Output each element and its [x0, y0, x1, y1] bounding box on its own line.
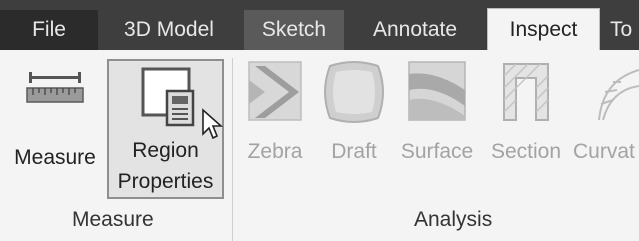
group-divider	[232, 58, 233, 241]
draft-icon	[324, 61, 384, 123]
measure-group-title: Measure	[72, 208, 154, 231]
curvature-icon	[598, 69, 639, 121]
tab-file[interactable]: File	[0, 10, 98, 50]
region-label-line2: Properties	[117, 170, 214, 193]
tab-tools-partial[interactable]: To	[602, 10, 639, 50]
zebra-icon	[248, 61, 302, 121]
draft-label: Draft	[331, 140, 377, 163]
measure-label: Measure	[14, 146, 96, 169]
measure-button[interactable]: Measure	[8, 68, 102, 180]
mouse-cursor-icon	[202, 108, 224, 140]
zebra-label: Zebra	[247, 140, 303, 163]
tab-sketch[interactable]: Sketch	[244, 10, 344, 50]
ribbon-tab-bar: File 3D Model Sketch Annotate Inspect To	[0, 0, 639, 51]
analysis-group-title: Analysis	[414, 208, 493, 231]
region-properties-icon	[141, 67, 194, 127]
ruler-icon	[26, 72, 84, 103]
tab-annotate[interactable]: Annotate	[354, 10, 476, 50]
draft-button[interactable]: Draft	[319, 60, 389, 172]
section-icon	[503, 63, 549, 121]
curvature-button[interactable]: Curvat	[573, 60, 639, 172]
surface-button[interactable]: Surface	[395, 60, 479, 172]
surface-icon	[408, 61, 466, 121]
section-label: Section	[490, 140, 562, 163]
tab-inspect[interactable]: Inspect	[487, 8, 600, 51]
zebra-button[interactable]: Zebra	[240, 60, 310, 172]
curvature-label: Curvat	[573, 140, 635, 163]
tab-3d-model[interactable]: 3D Model	[98, 10, 240, 50]
section-button[interactable]: Section	[484, 60, 568, 172]
surface-label: Surface	[400, 140, 474, 163]
